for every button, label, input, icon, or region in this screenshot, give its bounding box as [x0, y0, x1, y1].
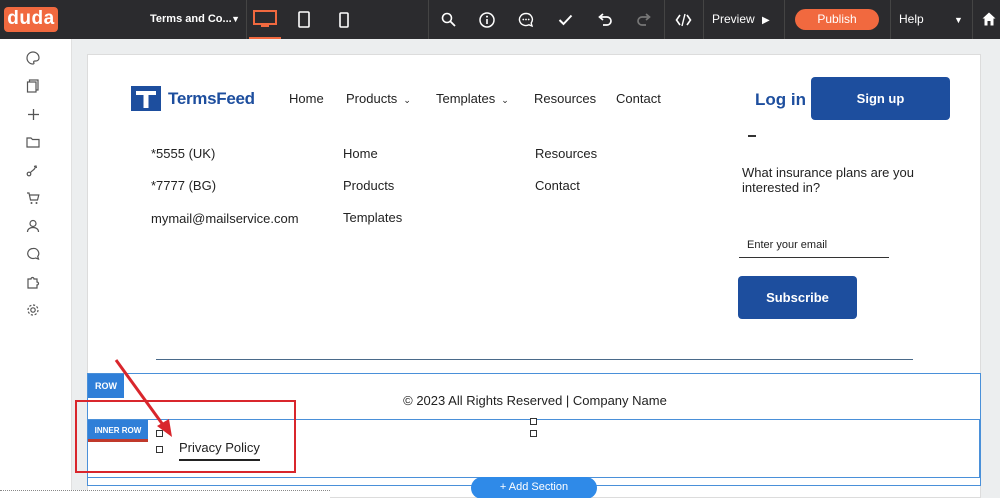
chevron-down-icon[interactable]: ▼	[954, 0, 963, 39]
nav-label: Templates	[436, 91, 496, 106]
bottom-scroll-strip	[0, 490, 330, 498]
comments-icon[interactable]	[516, 0, 536, 39]
divider	[703, 0, 704, 39]
footer-link-resources[interactable]: Resources	[535, 146, 597, 161]
footer-link-products[interactable]: Products	[343, 178, 394, 193]
nav-templates[interactable]: Templates ⌄	[436, 91, 509, 106]
subscribe-button[interactable]: Subscribe	[738, 276, 857, 319]
chevron-down-icon: ▼	[231, 14, 240, 24]
page-selector[interactable]: Terms and Co... ▼	[142, 0, 246, 39]
user-icon[interactable]	[25, 218, 41, 234]
folder-icon[interactable]	[25, 134, 41, 150]
cart-icon[interactable]	[25, 190, 41, 206]
search-icon[interactable]	[438, 0, 458, 39]
annotation-arrow-icon	[114, 359, 172, 437]
divider	[890, 0, 891, 39]
chat-icon[interactable]	[25, 246, 41, 262]
login-link[interactable]: Log in	[755, 90, 806, 110]
checkmark-icon[interactable]	[555, 0, 575, 39]
resize-handle[interactable]	[530, 430, 537, 437]
redo-icon[interactable]	[634, 0, 654, 39]
contact-email: mymail@mailservice.com	[151, 211, 299, 226]
divider	[246, 0, 247, 39]
footer-link-contact[interactable]: Contact	[535, 178, 580, 193]
footer-link-home[interactable]: Home	[343, 146, 378, 161]
preview-label: Preview	[712, 12, 755, 26]
chevron-down-icon: ⌄	[403, 95, 411, 105]
puzzle-icon[interactable]	[25, 274, 41, 290]
newsletter-question: What insurance plans are you interested …	[742, 165, 914, 195]
footer-link-templates[interactable]: Templates	[343, 210, 402, 225]
nav-label: Contact	[616, 91, 661, 106]
site-brand[interactable]: TermsFeed	[131, 86, 255, 111]
gear-icon[interactable]	[25, 302, 41, 318]
nav-label: Home	[289, 91, 324, 106]
termsfeed-logo-icon	[131, 86, 161, 111]
desktop-view-icon[interactable]	[249, 0, 281, 39]
mobile-view-icon[interactable]	[334, 0, 354, 39]
footer-divider	[156, 359, 913, 360]
annotation-highlight-box	[75, 400, 296, 473]
page-selector-label: Terms and Co...	[150, 13, 232, 25]
editor-topbar: duda Terms and Co... ▼ Preview ▶ Publish	[0, 0, 1000, 39]
divider	[784, 0, 785, 39]
divider	[664, 0, 665, 39]
contact-phone-bg: *7777 (BG)	[151, 178, 217, 193]
pages-icon[interactable]	[25, 78, 41, 94]
nav-label: Resources	[534, 91, 597, 106]
decorative-mark	[748, 135, 756, 137]
nav-label: Products	[346, 91, 398, 106]
nav-resources[interactable]: Resources	[534, 91, 596, 106]
publish-button[interactable]: Publish	[795, 9, 879, 30]
contact-phone-uk: *5555 (UK)	[151, 146, 216, 161]
palette-icon[interactable]	[25, 50, 41, 66]
nav-contact[interactable]: Contact	[616, 91, 661, 106]
tablet-view-icon[interactable]	[294, 0, 314, 39]
code-icon[interactable]	[673, 0, 693, 39]
help-button[interactable]: Help	[899, 0, 924, 39]
undo-icon[interactable]	[594, 0, 614, 39]
duda-logo[interactable]: duda	[4, 7, 58, 32]
home-icon[interactable]	[982, 12, 996, 31]
email-field[interactable]	[739, 233, 889, 258]
chevron-down-icon: ⌄	[501, 95, 509, 105]
add-icon[interactable]	[25, 106, 41, 122]
add-section-button[interactable]: + Add Section	[471, 477, 597, 498]
divider	[972, 0, 973, 39]
nav-products[interactable]: Products ⌄	[346, 91, 411, 106]
signup-button[interactable]: Sign up	[811, 77, 950, 120]
nav-home[interactable]: Home	[289, 91, 324, 106]
divider	[428, 0, 429, 39]
resize-handle[interactable]	[530, 418, 537, 425]
left-sidebar	[0, 39, 72, 498]
connect-icon[interactable]	[25, 162, 41, 178]
play-icon: ▶	[762, 15, 770, 26]
preview-button[interactable]: Preview ▶	[712, 0, 770, 39]
brand-name: TermsFeed	[168, 88, 255, 108]
info-icon[interactable]	[477, 0, 497, 39]
